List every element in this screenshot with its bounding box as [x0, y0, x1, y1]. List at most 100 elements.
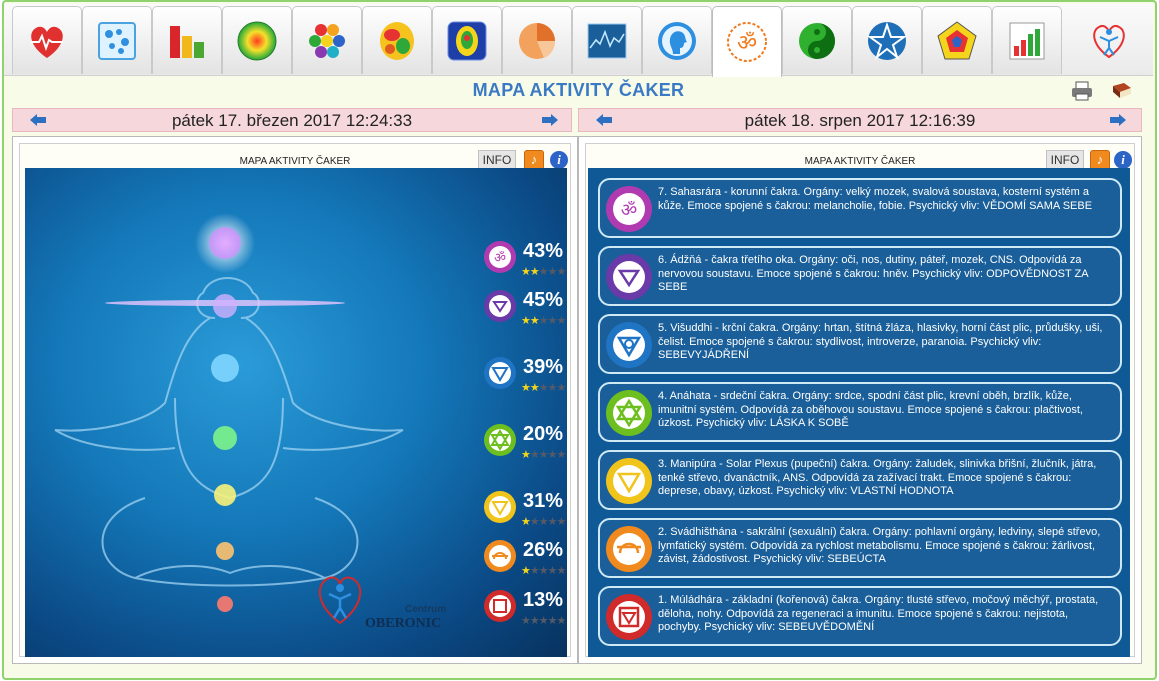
- svadhisthana-icon: [606, 526, 652, 572]
- book-icon[interactable]: [1110, 80, 1134, 102]
- logo-caption: OBERONIC: [365, 616, 442, 631]
- svg-text:ॐ: ॐ: [494, 251, 506, 266]
- chakra-3-icon: [484, 491, 516, 523]
- anahata-icon: [606, 390, 652, 436]
- chakra-card-text: 1. Múládhára - základní (kořenová) čakra…: [658, 594, 1099, 633]
- info-i-icon[interactable]: i: [550, 151, 568, 169]
- info-button[interactable]: INFO: [1046, 150, 1084, 170]
- tab-oberonic-logo[interactable]: [1074, 6, 1144, 74]
- chakra-7-stars: ★★★★★: [521, 266, 566, 278]
- chakra-2-icon: [484, 540, 516, 572]
- next-arrow-icon[interactable]: [1109, 113, 1127, 127]
- chakra-card-1: 1. Múládhára - základní (kořenová) čakra…: [598, 586, 1122, 646]
- module-toolbar: ॐ: [4, 4, 1153, 77]
- chakra-7-icon: ॐ: [484, 241, 516, 273]
- chakra-card-5: 5. Višuddhi - krční čakra. Orgány: hrtan…: [598, 314, 1122, 374]
- chakra-card-text: 7. Sahasrára - korunní čakra. Orgány: ve…: [658, 186, 1093, 212]
- pentagon-radar-icon: [937, 20, 977, 59]
- oberonic-logo-icon: [1093, 24, 1125, 59]
- tab-brain-map[interactable]: [362, 6, 432, 74]
- tab-yin-yang[interactable]: [782, 6, 852, 74]
- chakra-1-icon: [484, 590, 516, 622]
- chakra-3-stars: ★★★★★: [521, 516, 566, 528]
- chakra-5-percent: 39%: [523, 356, 564, 378]
- sahasrara-icon: ॐ: [606, 186, 652, 232]
- tab-pentagram[interactable]: [852, 6, 922, 74]
- chakra-5-stars: ★★★★★: [521, 382, 566, 394]
- color-circle-icon: [237, 21, 277, 60]
- chakra-6-icon: [484, 290, 516, 322]
- title-bar: MAPA AKTIVITY ČAKER: [4, 76, 1153, 106]
- vishuddha-icon: [606, 322, 652, 368]
- chakra-2-stars: ★★★★★: [521, 565, 566, 577]
- head-profile-icon: [658, 21, 696, 60]
- brain-map-icon: [380, 21, 414, 60]
- tab-bar-chart[interactable]: [152, 6, 222, 74]
- hexagon-cluster-icon: [309, 23, 345, 58]
- chakra-card-text: 5. Višuddhi - krční čakra. Orgány: hrtan…: [658, 322, 1103, 361]
- grid-map-icon: [98, 21, 136, 60]
- chakra-card-text: 3. Manipúra - Solar Plexus (pupeční) čak…: [658, 458, 1097, 497]
- date-left: pátek 17. březen 2017 12:24:33: [171, 111, 413, 130]
- heart-pulse-icon: [31, 26, 63, 58]
- chakra-card-3: 3. Manipúra - Solar Plexus (pupeční) čak…: [598, 450, 1122, 510]
- chakra-scene: Centrum OBERONIC ॐ 43% ★★★★★ 45% ★★★★★ 3…: [25, 168, 567, 657]
- om-icon: ॐ: [727, 22, 767, 62]
- tab-om[interactable]: ॐ: [712, 6, 782, 77]
- tab-pentagon-radar[interactable]: [922, 6, 992, 74]
- music-icon[interactable]: ♪: [524, 150, 544, 170]
- line-graph-icon: [587, 23, 627, 58]
- chakra-card-text: 4. Anáhata - srdeční čakra. Orgány: srdc…: [658, 390, 1083, 429]
- date-bar-right: pátek 18. srpen 2017 12:16:39: [578, 108, 1142, 132]
- chakra-5-icon: [484, 357, 516, 389]
- chakra-3-percent: 31%: [523, 490, 564, 512]
- chakra-description-list: ॐ 7. Sahasrára - korunní čakra. Orgány: …: [588, 168, 1130, 657]
- chakra-1-stars: ★★★★★: [521, 615, 566, 627]
- chakra-6-stars: ★★★★★: [521, 315, 566, 327]
- svg-text:ॐ: ॐ: [621, 200, 637, 221]
- organ-figure-icon: [447, 21, 487, 60]
- chakra-1-percent: 13%: [523, 589, 564, 611]
- printer-icon[interactable]: [1070, 80, 1094, 102]
- next-arrow-icon[interactable]: [541, 113, 559, 127]
- chakra-card-6: 6. Ádžňá - čakra třetího oka. Orgány: oč…: [598, 246, 1122, 306]
- chakra-4-stars: ★★★★★: [521, 449, 566, 461]
- bar-chart-icon: [170, 25, 204, 58]
- pie-chart-icon: [519, 22, 556, 59]
- tab-line-graph[interactable]: [572, 6, 642, 74]
- chakra-7-percent: 43%: [523, 240, 564, 262]
- chakra-card-4: 4. Anáhata - srdeční čakra. Orgány: srdc…: [598, 382, 1122, 442]
- date-right: pátek 18. srpen 2017 12:16:39: [744, 111, 976, 130]
- tab-color-circle[interactable]: [222, 6, 292, 74]
- ajna-icon: [606, 254, 652, 300]
- date-bar-left: pátek 17. březen 2017 12:24:33: [12, 108, 572, 132]
- bar-graph-icon: [1009, 22, 1045, 59]
- music-icon[interactable]: ♪: [1090, 150, 1110, 170]
- chakra-4-icon: [484, 424, 516, 456]
- chakra-card-2: 2. Svádhišthána - sakrální (sexuální) ča…: [598, 518, 1122, 578]
- tab-pie-chart[interactable]: [502, 6, 572, 74]
- info-button[interactable]: INFO: [478, 150, 516, 170]
- chakra-card-text: 2. Svádhišthána - sakrální (sexuální) ča…: [658, 526, 1101, 565]
- pentagram-icon: [866, 21, 908, 60]
- chakra-card-7: ॐ 7. Sahasrára - korunní čakra. Orgány: …: [598, 178, 1122, 238]
- tab-grid-map[interactable]: [82, 6, 152, 74]
- tab-hexagon-cluster[interactable]: [292, 6, 362, 74]
- yin-yang-icon: [799, 22, 835, 59]
- tab-head-profile[interactable]: [642, 6, 712, 74]
- manipura-icon: [606, 458, 652, 504]
- oberonic-logo: [318, 576, 362, 625]
- chakra-2-percent: 26%: [523, 539, 564, 561]
- logo-caption-top: Centrum: [405, 604, 447, 615]
- right-panel-header: MAPA AKTIVITY ČAKER INFO ♪ i: [586, 148, 1134, 170]
- muladhara-icon: [606, 594, 652, 640]
- svg-text:ॐ: ॐ: [737, 31, 757, 56]
- chakra-4-percent: 20%: [523, 423, 564, 445]
- info-i-icon[interactable]: i: [1114, 151, 1132, 169]
- page-title: MAPA AKTIVITY ČAKER: [472, 80, 685, 100]
- tab-organ-figure[interactable]: [432, 6, 502, 74]
- tab-heart-pulse[interactable]: [12, 6, 82, 74]
- chakra-6-percent: 45%: [523, 289, 564, 311]
- left-panel-header: MAPA AKTIVITY ČAKER INFO ♪ i: [20, 148, 570, 170]
- tab-bar-graph[interactable]: [992, 6, 1062, 74]
